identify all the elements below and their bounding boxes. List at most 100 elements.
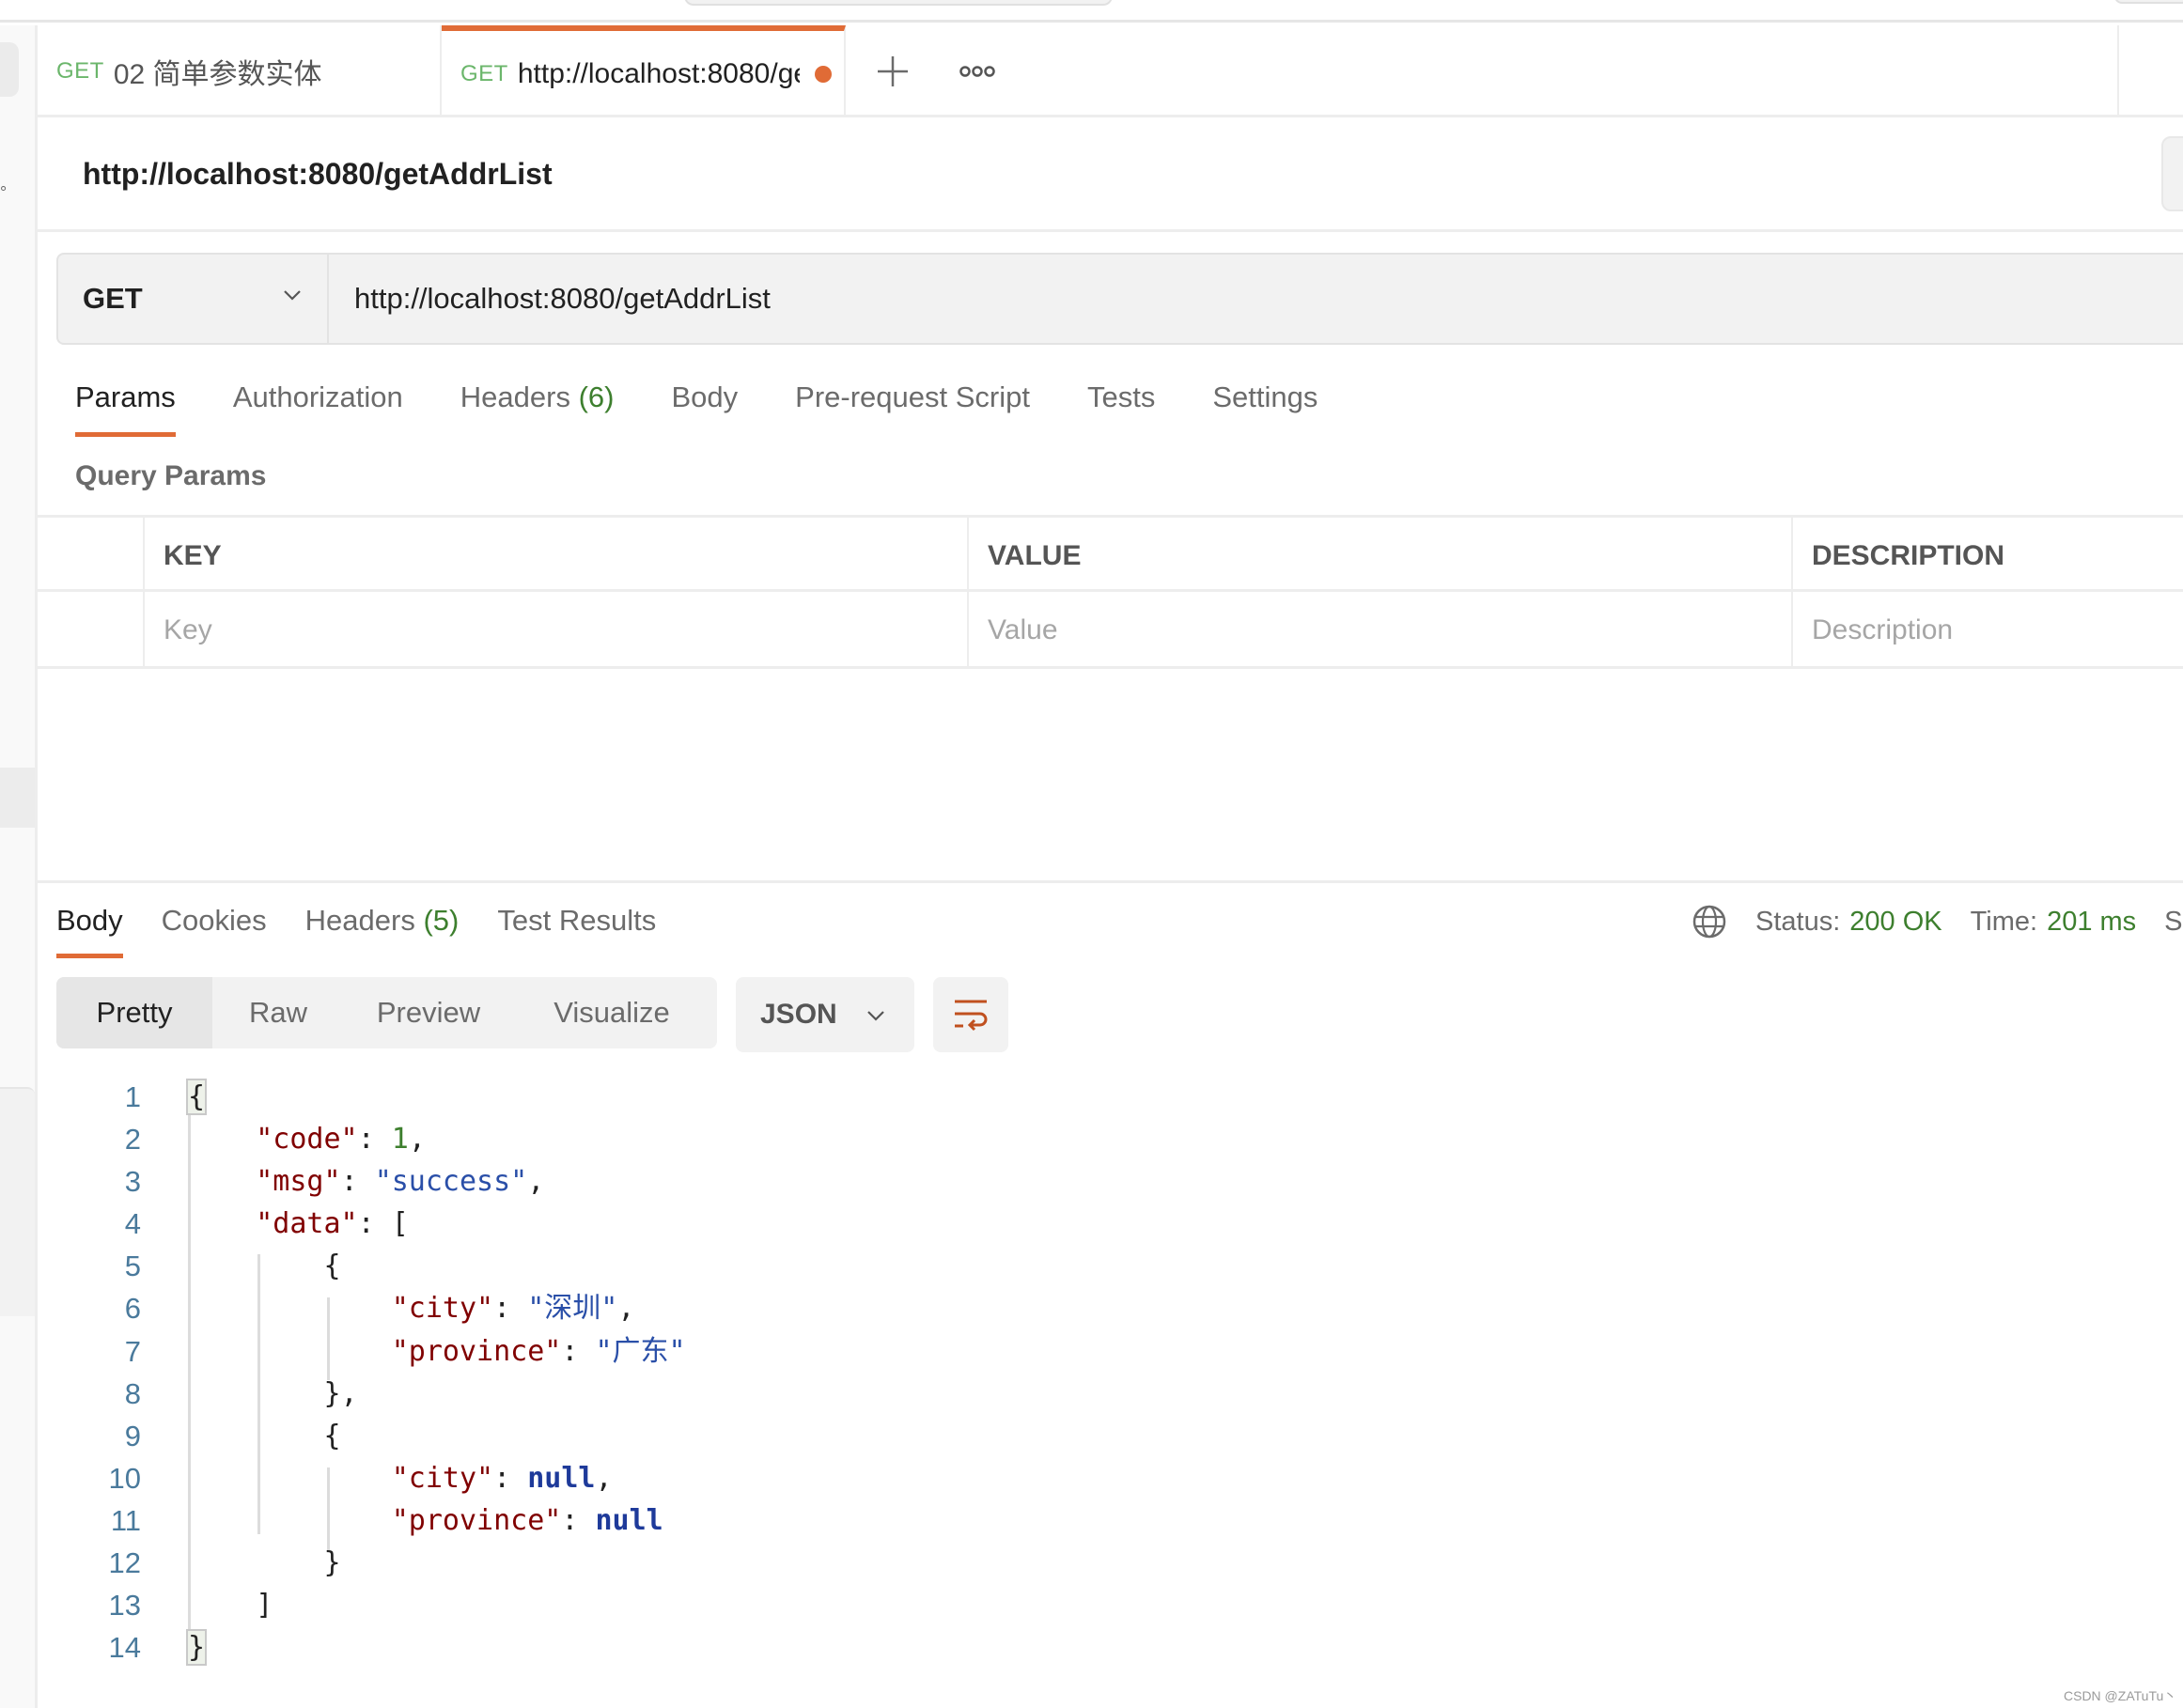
column-header-value: VALUE: [967, 518, 1791, 595]
tab-pre-request-script[interactable]: Pre-request Script: [795, 380, 1030, 437]
line-number: 13: [108, 1589, 141, 1623]
line-number: 3: [124, 1165, 141, 1199]
http-method-select[interactable]: GET: [58, 255, 329, 343]
tab-title: http://localhost:8080/getAddrList: [517, 58, 800, 89]
url-input[interactable]: http://localhost:8080/getAddrList: [354, 255, 771, 343]
line-number: 6: [124, 1292, 141, 1326]
wrap-lines-button[interactable]: [933, 977, 1008, 1052]
time-value[interactable]: 201 ms: [2047, 907, 2136, 938]
tab-label: Cookies: [161, 904, 267, 937]
unsaved-changes-dot-icon: [814, 66, 832, 83]
code-line: 10 "city": null,: [56, 1457, 2124, 1499]
checkbox-column-header: [38, 518, 143, 595]
code-line: 7 "province": "广东": [56, 1330, 2124, 1373]
line-number: 14: [108, 1631, 141, 1665]
param-key-input[interactable]: Key: [143, 592, 967, 669]
tab-label: Authorization: [232, 380, 403, 413]
line-number: 2: [124, 1123, 141, 1157]
environment-selector[interactable]: N: [2117, 25, 2183, 117]
view-preview-button[interactable]: Preview: [344, 977, 513, 1048]
tab-params[interactable]: Params: [75, 380, 176, 437]
sidebar-selected-item[interactable]: [0, 768, 35, 828]
tab-label: Settings: [1212, 380, 1318, 413]
tab-method: GET: [56, 58, 104, 84]
json-key: "code": [256, 1123, 358, 1157]
wrap-lines-icon: [955, 1000, 988, 1032]
request-tab-bar: GET 02 简单参数实体 GET http://localhost:8080/…: [38, 25, 2183, 117]
code-line: 5 {: [56, 1245, 2124, 1287]
chevron-down-icon: [867, 1011, 884, 1021]
tab-authorization[interactable]: Authorization: [233, 380, 403, 437]
code-line: 11 "province": null: [56, 1499, 2124, 1542]
view-raw-button[interactable]: Raw: [212, 977, 344, 1048]
sidebar-panel: [0, 1087, 35, 1316]
param-description-input[interactable]: Description: [1791, 592, 2183, 669]
code-line: 13 ]: [56, 1584, 2124, 1626]
tab-label: Tests: [1086, 380, 1156, 413]
tab-get-addr-list[interactable]: GET http://localhost:8080/getAddrList: [442, 25, 846, 117]
tab-02-simple-params[interactable]: GET 02 简单参数实体: [38, 25, 442, 117]
more-tabs-button[interactable]: [949, 46, 1006, 97]
tab-cookies[interactable]: Cookies: [162, 904, 267, 960]
tab-label: Pre-request Script: [795, 380, 1030, 413]
tab-label: Test Results: [497, 904, 657, 937]
method-label: GET: [83, 282, 143, 315]
json-key: "city": [391, 1461, 494, 1495]
status-value[interactable]: 200 OK: [1849, 907, 1941, 938]
format-select[interactable]: JSON: [736, 977, 914, 1052]
tab-response-headers[interactable]: Headers (5): [305, 904, 460, 960]
response-pane-divider[interactable]: [38, 880, 2183, 883]
new-tab-button[interactable]: [865, 46, 921, 97]
json-string: "广东": [595, 1334, 686, 1368]
line-number: 7: [124, 1334, 141, 1368]
param-value-input[interactable]: Value: [967, 592, 1791, 669]
sidebar-button[interactable]: [0, 42, 19, 97]
response-tabs: Body Cookies Headers (5) Test Results: [56, 904, 694, 960]
row-checkbox[interactable]: [38, 592, 143, 669]
headers-count: (5): [423, 904, 460, 937]
tab-tests[interactable]: Tests: [1087, 380, 1155, 437]
watermark: CSDN @ZATuTu丶: [2064, 1688, 2177, 1703]
save-button[interactable]: [2161, 136, 2183, 211]
code-line: 8 },: [56, 1373, 2124, 1415]
line-number: 10: [108, 1461, 141, 1495]
json-key: "city": [391, 1292, 494, 1326]
json-null: null: [527, 1461, 596, 1495]
time-label: Time:: [1970, 906, 2038, 937]
search-bar[interactable]: [684, 0, 1113, 6]
line-number: 1: [124, 1080, 141, 1113]
url-bar: GET http://localhost:8080/getAddrList: [56, 253, 2183, 345]
json-number: 1: [391, 1123, 409, 1157]
response-body-viewer[interactable]: 1{ 2 "code": 1, 3 "msg": "success", 4 "d…: [56, 1076, 2124, 1669]
globe-icon[interactable]: [1692, 904, 1727, 939]
response-meta: Status: 200 OK Time: 201 ms S: [1692, 900, 2183, 943]
sidebar: °: [0, 25, 38, 1708]
request-header: http://localhost:8080/getAddrList: [38, 117, 2183, 232]
headers-count: (6): [578, 380, 615, 413]
tab-label: Headers: [304, 904, 415, 937]
line-number: 11: [110, 1503, 141, 1537]
matching-brace: {: [185, 1079, 208, 1115]
column-header-key: KEY: [143, 518, 967, 595]
request-name[interactable]: http://localhost:8080/getAddrList: [83, 157, 553, 192]
tab-response-body[interactable]: Body: [56, 904, 123, 960]
json-key: "data": [256, 1207, 358, 1241]
code-line: 1{: [56, 1076, 2124, 1118]
tab-headers[interactable]: Headers (6): [460, 380, 615, 437]
status-label: Status:: [1755, 906, 1841, 937]
tab-body[interactable]: Body: [671, 380, 738, 437]
tab-settings[interactable]: Settings: [1212, 380, 1318, 437]
code-line: 3 "msg": "success",: [56, 1160, 2124, 1203]
json-string: "深圳": [527, 1292, 618, 1326]
header-control[interactable]: [2114, 0, 2183, 4]
tab-test-results[interactable]: Test Results: [497, 904, 656, 960]
sidebar-indicator: °: [0, 183, 8, 202]
view-pretty-button[interactable]: Pretty: [56, 977, 212, 1048]
request-tabs: Params Authorization Headers (6) Body Pr…: [75, 380, 1375, 437]
code-line: 4 "data": [: [56, 1203, 2124, 1245]
code-line: 2 "code": 1,: [56, 1118, 2124, 1160]
table-row: Key Value Description: [38, 592, 2183, 669]
view-visualize-button[interactable]: Visualize: [513, 977, 710, 1048]
top-header-strip: [0, 0, 2183, 23]
tab-label: Body: [56, 904, 123, 937]
